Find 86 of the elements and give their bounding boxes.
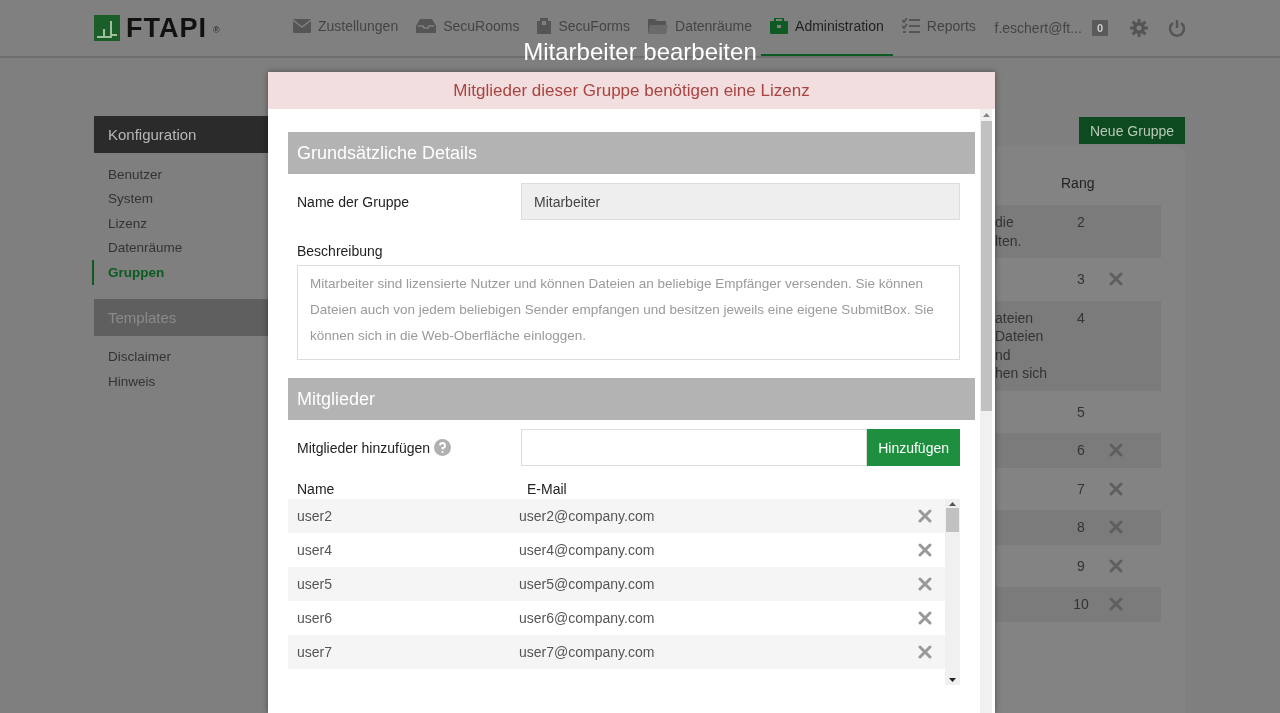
scrollbar[interactable]: [980, 109, 992, 713]
field-label: Beschreibung: [297, 243, 383, 259]
column-header: E-Mail: [527, 481, 567, 497]
delete-icon[interactable]: [918, 611, 932, 625]
envelope-icon: [293, 19, 311, 33]
add-button[interactable]: Hinzufügen: [867, 429, 960, 466]
sidebar-item[interactable]: Lizenz: [92, 211, 148, 236]
sidebar-item[interactable]: System: [92, 186, 153, 211]
section-heading: Mitglieder: [288, 378, 975, 420]
delete-icon[interactable]: [1109, 597, 1123, 611]
description-fragment: hen sich: [995, 364, 1049, 383]
delete-icon[interactable]: [1109, 272, 1123, 286]
rank-cell-text: 4: [1076, 308, 1086, 328]
delete-icon[interactable]: [1109, 520, 1123, 534]
rank-cell-text: 9: [1076, 556, 1086, 575]
section-heading: Grundsätzliche Details: [288, 132, 975, 174]
scroll-thumb[interactable]: [980, 121, 992, 411]
sidebar-item[interactable]: Hinweis: [92, 369, 156, 394]
logo-icon: [94, 15, 120, 41]
member-name: user5: [297, 576, 334, 592]
nav-tab[interactable]: SecuForms: [537, 17, 630, 35]
nav-tab[interactable]: Datenräume: [648, 17, 753, 35]
column-header: Name: [297, 481, 336, 497]
nav-tab[interactable]: SecuRooms: [416, 17, 520, 35]
nav-tab[interactable]: Zustellungen: [293, 17, 399, 35]
member-email: user5@company.com: [519, 576, 656, 592]
member-name: user4: [297, 542, 334, 558]
add-member-field[interactable]: [521, 429, 868, 466]
sidebar-heading[interactable]: Konfiguration: [94, 116, 268, 153]
member-email: user7@company.com: [519, 644, 656, 660]
checklist-icon: [901, 18, 920, 34]
sidebar-item[interactable]: Gruppen: [92, 260, 165, 285]
group-name-field[interactable]: Mitarbeiter: [521, 183, 960, 220]
description-fragment: Dateien: [995, 327, 1045, 346]
rank-cell-text: 6: [1076, 441, 1086, 460]
rank-cell-text: 2: [1076, 213, 1086, 232]
power-icon[interactable]: [1168, 18, 1186, 38]
delete-icon[interactable]: [918, 645, 932, 659]
delete-icon[interactable]: [1109, 558, 1123, 573]
rank-cell-text: 5: [1076, 402, 1086, 421]
column-header: Rang: [1061, 175, 1095, 191]
member-email: user2@company.com: [519, 508, 656, 524]
rank-cell-text: 8: [1076, 518, 1086, 537]
rank-cell-text: 3: [1076, 270, 1086, 289]
settings-icon[interactable]: [1130, 19, 1148, 37]
delete-icon[interactable]: [918, 577, 932, 591]
delete-icon[interactable]: [1109, 481, 1123, 496]
scroll-thumb[interactable]: [946, 508, 959, 532]
registered-mark: ®: [213, 24, 220, 35]
tray-icon: [416, 19, 437, 33]
delete-icon[interactable]: [918, 509, 932, 523]
description-field[interactable]: Mitarbeiter sind lizensierte Nutzer und können Dateien an beliebige Empfänger versenden. Sie können Dateien auch von jedem beliebigen Sender empfangen und besitzen jeweils eine eigene SubmitBox. Sie können sich in die Web-Oberfläche einloggen.: [297, 265, 960, 360]
sidebar-item[interactable]: Benutzer: [92, 162, 163, 187]
sidebar-item[interactable]: Disclaimer: [92, 344, 171, 369]
delete-icon[interactable]: [1109, 443, 1123, 457]
member-name: user6: [297, 610, 334, 626]
sidebar-item[interactable]: Datenräume: [92, 235, 183, 260]
count-badge: 0: [1091, 20, 1108, 36]
logo-text: FTAPI: [126, 12, 207, 44]
license-alert: Mitglieder dieser Gruppe benötigen eine Lizenz: [268, 72, 995, 109]
rank-cell-text: 7: [1076, 479, 1086, 498]
scrollbar[interactable]: [945, 499, 960, 685]
scroll-up-icon[interactable]: [949, 502, 956, 506]
description-fragment: ateien: [995, 308, 1035, 327]
new-group-button[interactable]: Neue Gruppe: [1079, 117, 1185, 144]
nav-tab[interactable]: Administration: [770, 17, 884, 35]
scroll-up-icon[interactable]: [982, 113, 990, 117]
field-label: Mitglieder hinzufügen: [297, 439, 431, 456]
description-fragment: nd: [995, 345, 1012, 364]
box-icon: [537, 18, 552, 34]
member-name: user7: [297, 644, 334, 660]
folder-icon: [648, 18, 668, 34]
member-email: user4@company.com: [519, 542, 656, 558]
nav-tab[interactable]: Reports: [901, 17, 976, 35]
field-label: Name der Gruppe: [297, 193, 411, 210]
member-email: user6@company.com: [519, 610, 656, 626]
description-fragment: lten.: [995, 231, 1023, 250]
rank-cell-text: 10: [1072, 595, 1090, 614]
scroll-down-icon[interactable]: [949, 678, 956, 682]
dialog-title: Mitarbeiter bearbeiten: [523, 38, 757, 66]
help-icon[interactable]: [434, 439, 452, 456]
description-fragment: die: [995, 213, 1015, 232]
user-email[interactable]: f.eschert@ft...: [994, 20, 1082, 36]
briefcase-icon: [770, 18, 789, 34]
member-name: user2: [297, 508, 334, 524]
delete-icon[interactable]: [918, 543, 932, 557]
